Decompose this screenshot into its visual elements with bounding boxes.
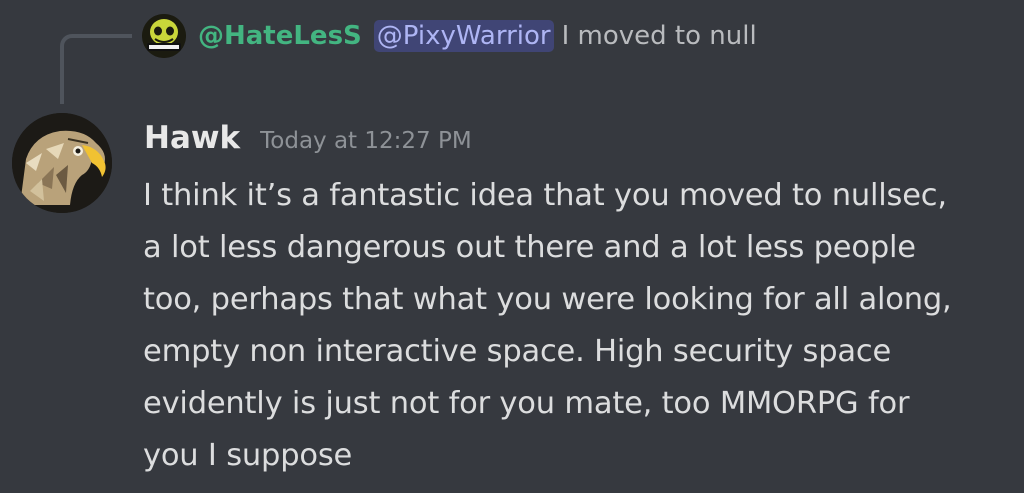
reply-connector-line	[60, 34, 132, 104]
message-author-name[interactable]: Hawk	[144, 120, 240, 156]
user-mention[interactable]: @PixyWarrior	[373, 20, 554, 52]
message-timestamp[interactable]: Today at 12:27 PM	[260, 128, 472, 154]
message-line: empty non interactive space. High securi…	[143, 334, 892, 369]
message-header: Hawk Today at 12:27 PM	[144, 120, 472, 156]
message-line: too, perhaps that what you were looking …	[143, 282, 952, 317]
message-line: you I suppose	[143, 438, 353, 473]
eagle-avatar-icon[interactable]	[12, 113, 112, 213]
chat-view: @HateLesS @PixyWarrior I moved to null H…	[0, 0, 1024, 493]
hateless-skull-avatar-icon[interactable]	[142, 14, 186, 58]
reply-reference[interactable]: @HateLesS @PixyWarrior I moved to null	[142, 12, 757, 60]
message-line: a lot less dangerous out there and a lot…	[143, 230, 916, 265]
reply-preview-text[interactable]: I moved to null	[562, 21, 757, 51]
message-line: evidently is just not for you mate, too …	[143, 386, 910, 421]
message-line: I think it’s a fantastic idea that you m…	[143, 178, 947, 213]
message-content: I think it’s a fantastic idea that you m…	[143, 170, 1013, 482]
reply-author-name[interactable]: @HateLesS	[198, 21, 362, 51]
